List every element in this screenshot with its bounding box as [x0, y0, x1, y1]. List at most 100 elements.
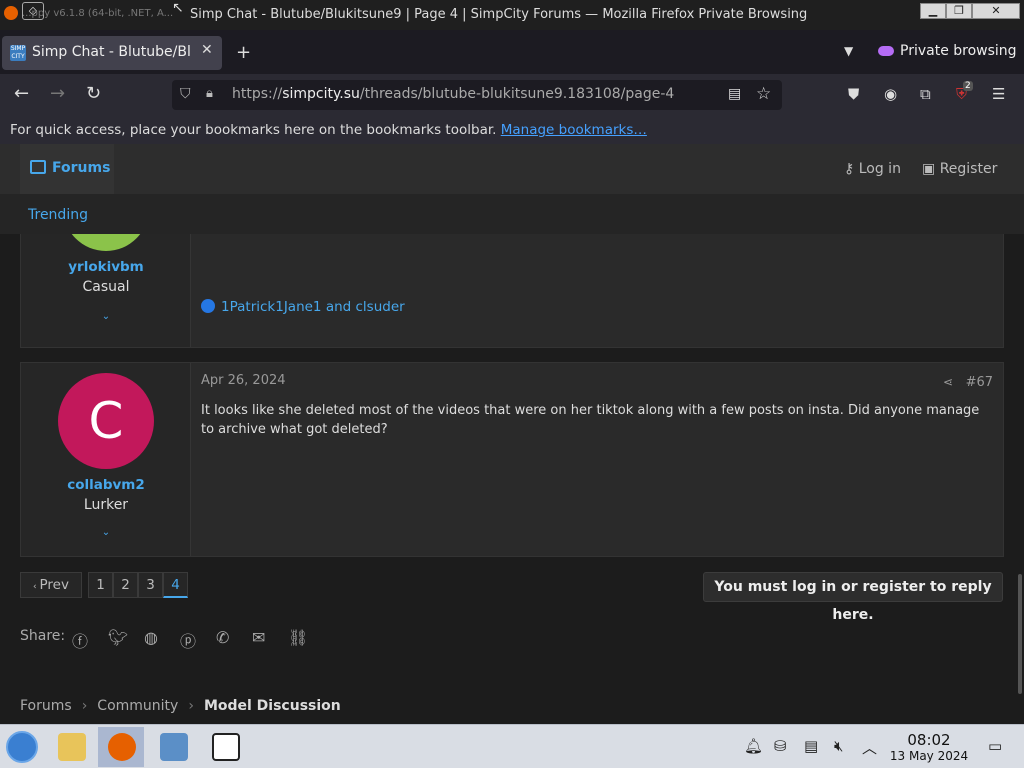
facebook-icon[interactable]: ⓕ	[72, 628, 88, 652]
close-tab-icon[interactable]: ✕	[201, 42, 213, 58]
url-bar[interactable]: ⛉ 🔒︎ https://simpcity.su/threads/blutube…	[172, 80, 782, 110]
mouse-cursor-icon: ↖	[172, 0, 184, 16]
private-mask-icon	[878, 46, 894, 56]
clock-time: 08:02	[907, 731, 951, 749]
bookmarks-toolbar: For quick access, place your bookmarks h…	[0, 116, 1024, 144]
list-all-tabs-chevron-icon[interactable]: ▼	[844, 44, 853, 58]
expand-user-chevron-icon[interactable]: ⌄	[21, 311, 191, 322]
tray-expand-chevron-icon[interactable]: ︿	[862, 737, 877, 758]
post-message: It looks like she deleted most of the vi…	[201, 403, 980, 437]
clipboard-icon: ▣	[922, 161, 940, 177]
navigation-toolbar: ← → ↻ ⛉ 🔒︎ https://simpcity.su/threads/b…	[0, 74, 1024, 116]
taskbar-remote-desktop[interactable]	[150, 727, 196, 767]
avatar[interactable]	[63, 234, 149, 251]
extension-badge: 2	[963, 81, 973, 91]
post-date[interactable]: Apr 26, 2024	[201, 373, 286, 388]
usb-device-icon[interactable]: ⛁	[774, 737, 787, 755]
expand-user-chevron-icon[interactable]: ⌄	[21, 527, 191, 538]
like-reaction-icon	[201, 299, 215, 313]
forums-icon	[30, 160, 46, 174]
new-tab-button[interactable]: +	[236, 42, 251, 63]
tab-simp-chat[interactable]: SIMP CITY Simp Chat - Blutube/Blukitsune…	[2, 36, 222, 70]
twitter-icon[interactable]: 🐦︎	[108, 628, 128, 647]
avatar[interactable]: C	[58, 373, 154, 469]
notification-bell-icon[interactable]: 🔔︎	[744, 737, 763, 755]
private-browsing-indicator: Private browsing	[878, 43, 1017, 59]
link-icon[interactable]: ⛓	[288, 628, 308, 647]
folder-icon	[58, 733, 86, 761]
simpcity-favicon-icon: SIMP CITY	[10, 45, 26, 61]
breadcrumb-forums[interactable]: Forums	[20, 698, 72, 714]
window-titlebar: ◇ ...ppy v6.1.8 (64-bit, .NET, A... ↖ Si…	[0, 0, 1024, 30]
hamburger-menu-icon[interactable]: ☰	[992, 85, 1005, 103]
breadcrumb-separator-icon: ›	[81, 698, 88, 714]
taskbar: 🔔︎ ⛁ ▤ 🔇︎ ︿ 08:02 13 May 2024 ▭	[0, 724, 1024, 768]
private-browsing-label: Private browsing	[900, 43, 1017, 59]
firefox-taskbar-icon	[108, 733, 136, 761]
reader-view-icon[interactable]: ▤	[728, 86, 741, 102]
tracking-shield-icon[interactable]: ⛉	[180, 86, 191, 102]
reactions-users[interactable]: 1Patrick1Jane1 and clsuder	[221, 299, 405, 315]
bookmark-star-icon[interactable]: ☆	[756, 84, 771, 104]
breadcrumb-community[interactable]: Community	[97, 698, 178, 714]
breadcrumb: Forums › Community › Model Discussion	[20, 698, 341, 714]
manage-bookmarks-link[interactable]: Manage bookmarks…	[501, 122, 647, 138]
post-user-panel: yrlokivbm Casual ⌄	[21, 234, 191, 347]
tab-label: Simp Chat - Blutube/Blukitsune9	[32, 44, 192, 60]
windows-stack-icon	[212, 733, 240, 761]
page-3-link[interactable]: 3	[138, 572, 163, 598]
thread-content: yrlokivbm Casual ⌄ 1Patrick1Jane1 and cl…	[0, 234, 1024, 724]
username[interactable]: collabvm2	[21, 477, 191, 493]
trending-link[interactable]: Trending	[28, 207, 88, 223]
system-clock[interactable]: 08:02 13 May 2024	[888, 731, 970, 763]
email-icon[interactable]: ✉	[252, 628, 265, 647]
back-button[interactable]: ←	[14, 84, 29, 104]
bookmarks-hint: For quick access, place your bookmarks h…	[10, 122, 501, 138]
share-post-icon[interactable]: ⋖	[943, 375, 953, 389]
extensions-icon[interactable]: ⧉	[920, 85, 931, 103]
register-link[interactable]: ▣ Register	[922, 161, 997, 177]
url-text[interactable]: https://simpcity.su/threads/blutube-bluk…	[232, 86, 674, 102]
user-rank: Lurker	[83, 497, 129, 513]
firefox-icon	[4, 6, 18, 20]
username[interactable]: yrlokivbm	[21, 259, 191, 275]
reload-button[interactable]: ↻	[86, 84, 101, 104]
computer-icon	[160, 733, 188, 761]
taskbar-window-switcher[interactable]	[202, 727, 248, 767]
pocket-icon[interactable]: ⛊	[848, 85, 859, 103]
page-4-current[interactable]: 4	[163, 572, 188, 598]
prev-page-button[interactable]: ‹ Prev	[20, 572, 82, 598]
minimize-button[interactable]: ▁	[920, 3, 946, 19]
reply-login-notice[interactable]: You must log in or register to reply her…	[703, 572, 1003, 623]
account-icon[interactable]: ◉	[884, 85, 897, 103]
clipboard-tray-icon[interactable]: ▤	[804, 737, 818, 755]
show-desktop-icon[interactable]: ▭	[988, 737, 1002, 755]
user-rank: Casual	[82, 279, 130, 295]
whatsapp-icon[interactable]: ✆	[216, 628, 229, 647]
reddit-icon[interactable]: ◍	[144, 628, 158, 647]
breadcrumb-model-discussion[interactable]: Model Discussion	[204, 698, 341, 714]
maximize-button[interactable]: ❐	[946, 3, 972, 19]
login-link[interactable]: ⚷ Log in	[844, 161, 901, 177]
taskbar-firefox[interactable]	[98, 727, 144, 767]
pinterest-icon[interactable]: ⓟ	[180, 628, 196, 652]
nav-tab-forums[interactable]: Forums	[20, 144, 114, 194]
site-navigation: Forums ⚷ Log in ▣ Register	[0, 144, 1024, 194]
post-number[interactable]: #67	[966, 375, 993, 390]
volume-muted-icon[interactable]: 🔇︎	[834, 737, 843, 755]
lock-icon[interactable]: 🔒︎	[206, 86, 213, 101]
close-window-button[interactable]: ✕	[972, 3, 1020, 19]
page-scrollbar[interactable]	[1018, 574, 1022, 694]
nav-tab-forums-label: Forums	[52, 160, 111, 176]
start-button[interactable]	[6, 731, 38, 763]
forward-button[interactable]: →	[50, 84, 65, 104]
reactions-summary[interactable]: 1Patrick1Jane1 and clsuder	[201, 299, 405, 315]
background-window-text: ...ppy v6.1.8 (64-bit, .NET, A...	[22, 8, 174, 19]
page-2-link[interactable]: 2	[113, 572, 138, 598]
tab-bar: SIMP CITY Simp Chat - Blutube/Blukitsune…	[0, 30, 1024, 74]
post-user-panel: C collabvm2 Lurker ⌄	[21, 363, 191, 556]
post-collabvm2: C collabvm2 Lurker ⌄ Apr 26, 2024 ⋖ #67 …	[20, 362, 1004, 557]
taskbar-file-manager[interactable]	[48, 727, 94, 767]
page-1-link[interactable]: 1	[88, 572, 113, 598]
post-yrlokivbm: yrlokivbm Casual ⌄ 1Patrick1Jane1 and cl…	[20, 234, 1004, 348]
